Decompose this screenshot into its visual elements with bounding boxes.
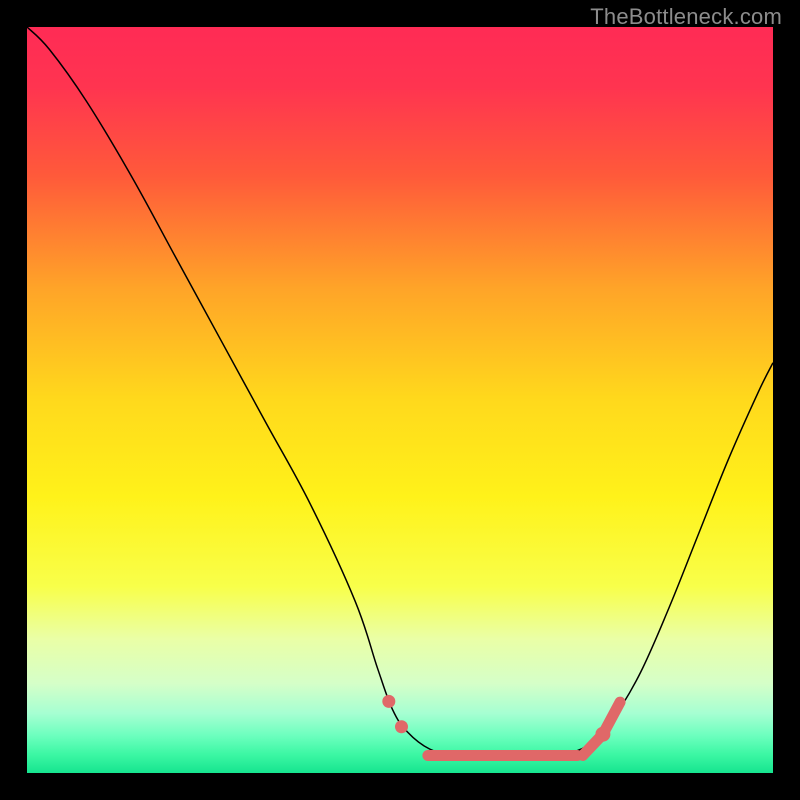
overlay-dot	[382, 695, 395, 708]
chart-svg	[27, 27, 773, 773]
plot-area	[27, 27, 773, 773]
watermark-text: TheBottleneck.com	[590, 4, 782, 30]
chart-container: TheBottleneck.com	[0, 0, 800, 800]
overlay-dot	[395, 720, 408, 733]
overlay-band	[422, 750, 582, 761]
gradient-background	[27, 27, 773, 773]
